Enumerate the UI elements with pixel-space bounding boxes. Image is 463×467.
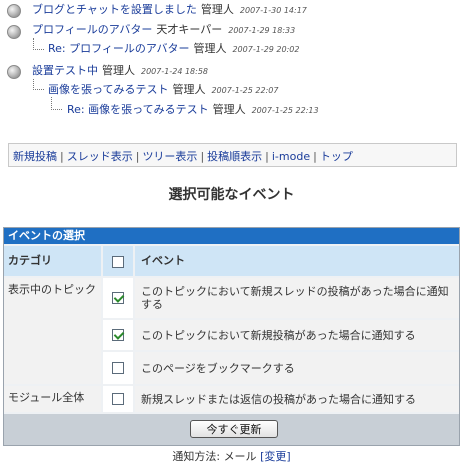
- panel-heading: イベントの選択: [4, 228, 459, 244]
- reply-row: Re: 画像を張ってみるテスト 管理人 2007-1-25 22:13: [67, 103, 319, 118]
- thread-date: 2007-1-25 22:07: [211, 86, 279, 95]
- thread-row: プロフィールのアバター 天才キーパー 2007-1-29 18:33: [32, 23, 295, 38]
- thread-title-link[interactable]: 画像を張ってみるテスト: [48, 83, 168, 96]
- event-label: このページをブックマークする: [135, 352, 459, 384]
- thread-title-link[interactable]: Re: 画像を張ってみるテスト: [67, 103, 209, 116]
- notification-panel: イベントの選択 カテゴリ イベント 表示中のトピック このトピックにおいて新規ス…: [3, 227, 460, 446]
- thread-author: 管理人: [172, 83, 206, 96]
- reply-row: Re: プロフィールのアバター 管理人 2007-1-29 20:02: [48, 42, 299, 57]
- event-checkbox-module-new[interactable]: [112, 393, 124, 405]
- tree-connector: [51, 97, 62, 110]
- nav-new-post[interactable]: 新規投稿: [13, 150, 57, 163]
- thread-author: 天才キーパー: [156, 23, 223, 36]
- change-method-link[interactable]: [変更]: [260, 450, 291, 463]
- nav-separator: |: [200, 150, 205, 163]
- thread-title-link[interactable]: プロフィールのアバター: [32, 23, 152, 36]
- thread-title-link[interactable]: ブログとチャットを設置しました: [32, 3, 197, 16]
- checkbox-cell: [103, 278, 133, 318]
- nav-separator: |: [265, 150, 269, 163]
- thread-date: 2007-1-29 18:33: [228, 26, 296, 35]
- event-checkbox-new-thread[interactable]: [112, 292, 124, 304]
- thread-bullet-icon: [7, 4, 21, 18]
- notify-method-line: 通知方法: メール [変更]: [0, 448, 463, 464]
- thread-bullet-icon: [7, 25, 21, 39]
- checkbox-cell: [103, 320, 133, 350]
- category-cell: 表示中のトピック: [4, 278, 101, 384]
- thread-title-link[interactable]: Re: プロフィールのアバター: [48, 42, 189, 55]
- nav-separator: |: [60, 150, 64, 163]
- nav-top[interactable]: トップ: [320, 150, 353, 163]
- event-checkbox-new-post[interactable]: [112, 329, 124, 341]
- thread-date: 2007-1-24 18:58: [141, 67, 208, 76]
- nav-imode[interactable]: i-mode: [272, 150, 310, 163]
- thread-title-link[interactable]: 設置テスト中: [32, 64, 98, 77]
- notify-method-prefix: 通知方法:: [172, 450, 221, 463]
- nav-thread-view[interactable]: スレッド表示: [67, 150, 133, 163]
- column-header-category: カテゴリ: [4, 246, 101, 276]
- update-now-button[interactable]: 今すぐ更新: [190, 420, 278, 438]
- page-title: 選択可能なイベント: [168, 187, 295, 203]
- event-label: 新規スレッドまたは返信の投稿があった場合に通知する: [135, 386, 459, 412]
- tree-connector: [33, 79, 44, 90]
- tree-connector: [33, 38, 44, 50]
- column-header-select-all: [103, 246, 133, 276]
- event-label: このトピックにおいて新規スレッドの投稿があった場合に通知する: [135, 278, 459, 318]
- thread-date: 2007-1-30 14:17: [239, 6, 307, 15]
- nav-separator: |: [313, 150, 317, 163]
- notify-method-value: メール: [223, 450, 257, 463]
- thread-date: 2007-1-29 20:02: [232, 45, 300, 54]
- nav-tree-view[interactable]: ツリー表示: [142, 150, 197, 163]
- nav-post-order-view[interactable]: 投稿順表示: [207, 150, 262, 163]
- nav-separator: |: [135, 150, 140, 163]
- select-all-checkbox[interactable]: [112, 256, 124, 268]
- event-label: このトピックにおいて新規投稿があった場合に通知する: [135, 320, 459, 350]
- thread-row: ブログとチャットを設置しました 管理人 2007-1-30 14:17: [32, 3, 307, 18]
- checkbox-cell: [103, 352, 133, 384]
- column-header-event: イベント: [135, 246, 459, 276]
- thread-author: 管理人: [102, 64, 135, 77]
- panel-footer: 今すぐ更新: [4, 414, 459, 445]
- thread-author: 管理人: [193, 42, 227, 55]
- thread-author: 管理人: [200, 3, 234, 16]
- thread-row: 設置テスト中 管理人 2007-1-24 18:58: [32, 64, 208, 79]
- reply-row: 画像を張ってみるテスト 管理人 2007-1-25 22:07: [48, 83, 278, 98]
- thread-bullet-icon: [7, 65, 21, 79]
- thread-author: 管理人: [212, 103, 246, 116]
- checkbox-cell: [103, 386, 133, 412]
- thread-date: 2007-1-25 22:13: [251, 106, 319, 115]
- forum-nav-bar: 新規投稿 | スレッド表示 | ツリー表示 | 投稿順表示 | i-mode | トップ: [8, 143, 457, 167]
- event-checkbox-bookmark[interactable]: [112, 362, 124, 374]
- category-cell: モジュール全体: [4, 386, 101, 412]
